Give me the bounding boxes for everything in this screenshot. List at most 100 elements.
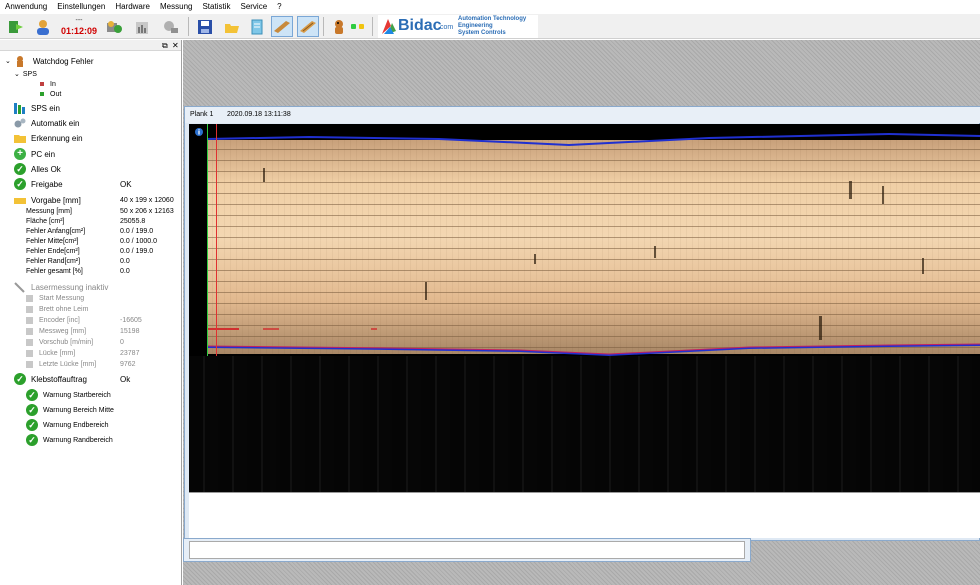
camera-settings-button[interactable] <box>103 16 125 37</box>
io-in-icon <box>40 82 44 86</box>
secondary-window-content <box>189 541 745 559</box>
menu-messung[interactable]: Messung <box>155 0 197 14</box>
wood-defect <box>849 181 852 199</box>
measurement-label: Messung [mm] <box>26 207 72 215</box>
status-label: Automatik ein <box>31 118 80 128</box>
status-value: OK <box>120 179 132 189</box>
menu-einstellungen[interactable]: Einstellungen <box>52 0 110 14</box>
plank-view-button[interactable] <box>271 16 293 37</box>
wood-defect <box>882 186 884 204</box>
exit-button[interactable] <box>5 16 27 37</box>
measurement-label: Fehler Ende[cm²] <box>26 247 80 255</box>
wood-defect <box>534 254 536 264</box>
tools-button[interactable] <box>160 16 182 37</box>
logo-line: Engineering <box>458 23 493 29</box>
menu-help[interactable]: ? <box>272 0 286 14</box>
laser-item-icon <box>26 306 33 313</box>
tree-expand-icon: ⌄ <box>5 58 11 65</box>
klebstoff-label: Klebstoffauftrag <box>31 374 87 384</box>
bidac-logo: Bidac .com Automation Technology Enginee… <box>378 15 538 38</box>
menu-statistik[interactable]: Statistik <box>197 0 235 14</box>
secondary-window[interactable] <box>183 538 751 562</box>
status-sps-ein: SPS ein <box>14 101 60 115</box>
check-icon: ✓ <box>26 434 38 446</box>
laser-item-value: 9762 <box>120 361 136 368</box>
laser-item: Lücke [mm] 23787 <box>26 348 176 359</box>
document-button[interactable] <box>246 16 268 37</box>
save-button[interactable] <box>194 16 216 37</box>
plank-edge-lines <box>206 132 980 357</box>
tree-root-watchdog[interactable]: ⌄ Watchdog Fehler <box>5 54 94 68</box>
laser-item-label: Letzte Lücke [mm] <box>39 361 97 368</box>
check-icon: ✓ <box>26 389 38 401</box>
measurement-label: Fehler gesamt [%] <box>26 267 83 275</box>
open-button[interactable] <box>221 16 243 37</box>
wood-defect <box>922 258 924 274</box>
scan-background <box>189 356 980 492</box>
toolbar: --- 01:12:09 Bidac .com Automation Techn… <box>0 14 980 39</box>
check-icon: ✓ <box>14 163 26 175</box>
laser-item-icon <box>26 328 33 335</box>
wood-defect <box>425 282 427 300</box>
time-dash: --- <box>75 17 83 24</box>
stats-icon <box>136 21 148 34</box>
laser-item-label: Vorschub [m/min] <box>39 339 94 346</box>
menu-service[interactable]: Service <box>235 0 272 14</box>
status-alles-ok: ✓ Alles Ok <box>14 162 61 176</box>
measurement-row: Fehler Mitte[cm²] 0.0 / 1000.0 <box>26 236 176 246</box>
warning-row: ✓ Warnung Bereich Mitte <box>26 403 114 417</box>
status-label: Erkennung ein <box>31 133 83 143</box>
laser-item: Vorschub [m/min] 0 <box>26 337 176 348</box>
user-button[interactable] <box>32 16 54 37</box>
plank-titlebar[interactable]: Plank 1 2020.09.18 13:11:38 <box>185 107 980 123</box>
measurement-value: 0.0 / 199.0 <box>120 227 154 235</box>
red-marker-line <box>216 124 217 356</box>
check-icon: ✓ <box>26 419 38 431</box>
warning-row: ✓ Warnung Startbereich <box>26 388 111 402</box>
panel-header: ⧉ ✕ <box>0 40 181 51</box>
status-label: SPS ein <box>31 103 60 113</box>
tree-label: Watchdog Fehler <box>32 56 94 66</box>
measurement-label: Fehler Rand[cm²] <box>26 257 81 265</box>
wood-defect <box>819 316 822 340</box>
watchdog-button[interactable] <box>328 16 350 37</box>
laser-item-icon <box>26 361 33 368</box>
menu-anwendung[interactable]: Anwendung <box>0 0 52 14</box>
tools-icon <box>164 20 178 33</box>
menu-hardware[interactable]: Hardware <box>110 0 155 14</box>
measurement-row: Messung [mm] 50 x 206 x 12163 <box>26 206 176 216</box>
time-value: 01:12:09 <box>60 26 98 36</box>
laser-item-label: Encoder [inc] <box>39 317 80 324</box>
plank-timestamp: 2020.09.18 13:11:38 <box>227 111 291 118</box>
close-panel-button[interactable]: ✕ <box>172 40 179 51</box>
status-label: Freigabe <box>31 179 63 189</box>
laser-item-label: Brett ohne Leim <box>39 306 89 313</box>
tree-node-out[interactable]: Out <box>40 87 61 101</box>
tree-label: Out <box>50 90 62 98</box>
warning-row: ✓ Warnung Randbereich <box>26 433 113 447</box>
measurement-row: Fehler Ende[cm²] 0.0 / 199.0 <box>26 246 176 256</box>
laser-item-value: 23787 <box>120 350 140 357</box>
stats-button[interactable] <box>131 16 153 37</box>
warning-label: Warnung Startbereich <box>43 391 111 399</box>
plank-edit-button[interactable] <box>297 16 319 37</box>
vorgabe-value: 40 x 199 x 12060 <box>120 196 174 204</box>
plank-edit-icon <box>300 20 316 33</box>
tree-node-sps[interactable]: ⌄ SPS <box>14 67 37 81</box>
measurement-value: 0.0 <box>120 257 130 265</box>
plank-scan-image[interactable] <box>189 124 980 492</box>
float-panel-button[interactable]: ⧉ <box>162 40 168 51</box>
laser-item: Brett ohne Leim <box>26 304 176 315</box>
status-erkennung-ein: Erkennung ein <box>14 131 83 145</box>
measurement-value: 50 x 206 x 12163 <box>120 207 174 215</box>
measurement-label: Fehler Mitte[cm²] <box>26 237 79 245</box>
folder-icon <box>14 134 26 143</box>
document-icon <box>251 19 263 34</box>
tree-expand-icon: ⌄ <box>14 71 20 78</box>
plank-info-area <box>189 492 980 538</box>
plank-window[interactable]: Plank 1 2020.09.18 13:11:38 <box>184 106 980 541</box>
wood-defect <box>263 168 265 182</box>
user-icon <box>37 19 49 35</box>
elapsed-time: --- 01:12:09 <box>58 14 100 39</box>
measurement-row: Fehler Anfang[cm²] 0.0 / 199.0 <box>26 226 176 236</box>
